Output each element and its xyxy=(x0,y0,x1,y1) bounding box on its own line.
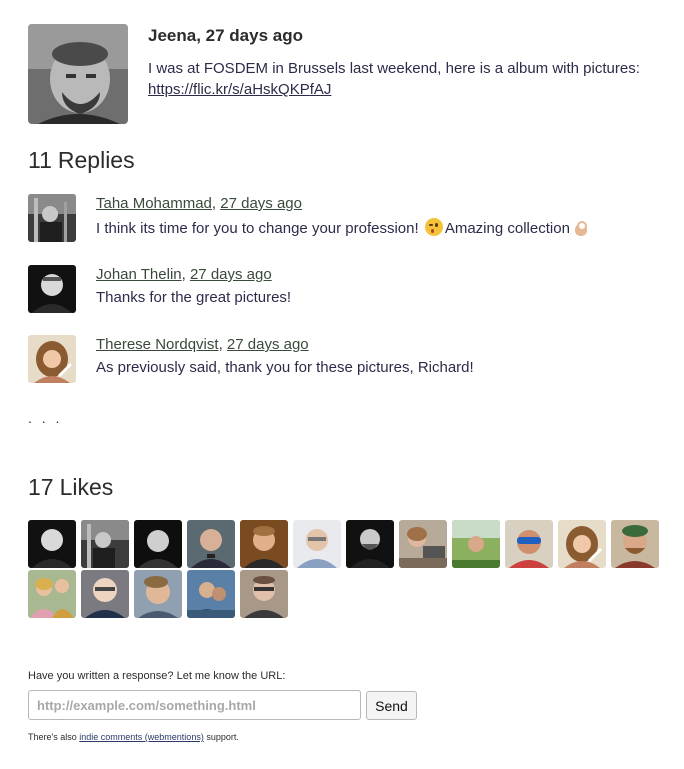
reply-item: Taha Mohammad, 27 days ago I think its t… xyxy=(28,194,668,242)
likes-heading: 17 Likes xyxy=(28,474,113,501)
webmentions-link[interactable]: indie comments (webmentions) xyxy=(79,732,204,742)
post-link[interactable]: https://flic.kr/s/aHskQKPfAJ xyxy=(148,81,331,98)
footnote-text: There's also xyxy=(28,732,77,742)
reply-author[interactable]: Johan Thelin xyxy=(96,266,182,283)
response-form-label: Have you written a response? Let me know… xyxy=(28,670,286,682)
post: Jeena, 27 days ago I was at FOSDEM in Br… xyxy=(28,24,668,124)
like-avatar[interactable] xyxy=(240,570,288,618)
like-avatar[interactable] xyxy=(346,520,394,568)
post-time[interactable]: 27 days ago xyxy=(206,26,303,45)
more-replies-indicator: . . . xyxy=(28,410,63,426)
ok-hand-icon xyxy=(574,218,590,236)
like-avatar[interactable] xyxy=(399,520,447,568)
winking-face-icon xyxy=(424,218,443,236)
replies-heading: 11 Replies xyxy=(28,147,135,174)
reply-text: As previously said, thank you for these … xyxy=(96,359,474,376)
reply-author[interactable]: Taha Mohammad xyxy=(96,195,212,212)
like-avatar[interactable] xyxy=(81,520,129,568)
reply-time[interactable]: 27 days ago xyxy=(227,336,309,353)
like-avatar[interactable] xyxy=(558,520,606,568)
reply-time[interactable]: 27 days ago xyxy=(220,195,302,212)
reply-head: Johan Thelin, 27 days ago xyxy=(96,266,272,283)
reply-avatar[interactable] xyxy=(28,335,76,383)
like-avatar[interactable] xyxy=(611,520,659,568)
like-avatar[interactable] xyxy=(134,570,182,618)
like-avatar[interactable] xyxy=(134,520,182,568)
like-avatar[interactable] xyxy=(505,520,553,568)
like-avatar[interactable] xyxy=(240,520,288,568)
reply-text-part: Amazing collection xyxy=(444,220,570,237)
replies-label: Replies xyxy=(57,147,135,173)
post-meta: Jeena, 27 days ago xyxy=(148,26,303,46)
post-author-avatar[interactable] xyxy=(28,24,128,124)
reply-avatar[interactable] xyxy=(28,194,76,242)
reply-text-part: I think its time for you to change your … xyxy=(96,220,419,237)
send-button[interactable]: Send xyxy=(366,691,417,720)
like-avatar[interactable] xyxy=(293,520,341,568)
response-url-input[interactable] xyxy=(28,690,361,720)
like-avatar[interactable] xyxy=(187,570,235,618)
reply-author[interactable]: Therese Nordqvist xyxy=(96,336,219,353)
likes-count: 17 xyxy=(28,474,54,500)
post-body: I was at FOSDEM in Brussels last weekend… xyxy=(148,58,668,100)
reply-text: Thanks for the great pictures! xyxy=(96,289,292,306)
reply-text: I think its time for you to change your … xyxy=(96,218,590,237)
likes-label: Likes xyxy=(59,474,114,500)
replies-count: 11 xyxy=(28,147,52,173)
like-avatar[interactable] xyxy=(187,520,235,568)
reply-time[interactable]: 27 days ago xyxy=(190,266,272,283)
reply-item: Therese Nordqvist, 27 days ago As previo… xyxy=(28,335,668,383)
post-author[interactable]: Jeena xyxy=(148,26,196,45)
like-avatar[interactable] xyxy=(452,520,500,568)
reply-avatar[interactable] xyxy=(28,265,76,313)
like-avatar[interactable] xyxy=(28,520,76,568)
like-avatar[interactable] xyxy=(81,570,129,618)
post-text: I was at FOSDEM in Brussels last weekend… xyxy=(148,60,640,77)
webmentions-footnote: There's also indie comments (webmentions… xyxy=(28,732,239,742)
footnote-text: support. xyxy=(206,732,239,742)
reply-item: Johan Thelin, 27 days ago Thanks for the… xyxy=(28,265,668,313)
reply-head: Therese Nordqvist, 27 days ago xyxy=(96,336,309,353)
meta-separator: , xyxy=(196,26,206,45)
reply-head: Taha Mohammad, 27 days ago xyxy=(96,195,302,212)
like-avatar[interactable] xyxy=(28,570,76,618)
